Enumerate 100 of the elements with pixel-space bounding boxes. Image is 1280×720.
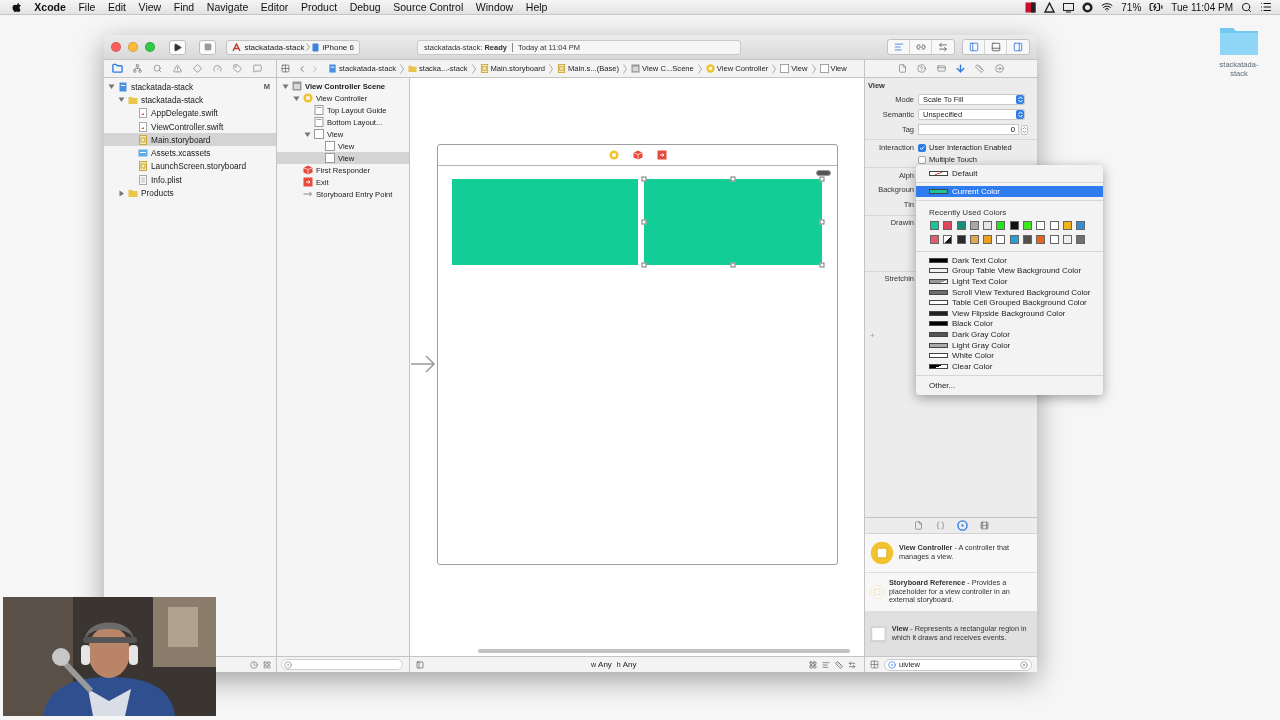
zoom-button[interactable] <box>145 42 155 52</box>
color-swatch[interactable] <box>996 221 1006 230</box>
minimize-button[interactable] <box>128 42 138 52</box>
color-swatch[interactable] <box>1049 235 1059 244</box>
stepper-icon[interactable] <box>1021 124 1028 135</box>
triangle-icon[interactable] <box>1044 1 1056 13</box>
color-swatch[interactable] <box>1023 235 1033 244</box>
menu-item[interactable]: White Color <box>916 350 1103 361</box>
stop-button[interactable] <box>199 39 217 55</box>
tree-item[interactable]: Products <box>104 186 276 200</box>
menu-item[interactable]: Window <box>469 1 520 13</box>
grid-icon[interactable] <box>281 64 290 73</box>
menu-item[interactable]: Edit <box>101 1 133 13</box>
tree-item[interactable]: Assets.xcassets <box>104 146 276 160</box>
resize-handle[interactable] <box>641 219 647 225</box>
entry-arrow[interactable] <box>410 354 437 374</box>
color-swatch[interactable] <box>930 235 939 244</box>
back-icon[interactable] <box>297 63 307 74</box>
filter-field[interactable] <box>281 659 403 670</box>
resize-handle[interactable] <box>730 262 736 268</box>
resize-handle[interactable] <box>819 219 825 225</box>
menu-item[interactable]: Current Color <box>916 186 1103 197</box>
menu-item[interactable]: Debug <box>343 1 387 13</box>
menu-item[interactable]: Black Color <box>916 318 1103 330</box>
checkbox[interactable] <box>918 155 926 164</box>
size-class-value[interactable]: Any <box>622 660 637 669</box>
menu-item[interactable]: Navigate <box>200 1 255 13</box>
color-swatch[interactable] <box>983 221 993 230</box>
tree-item[interactable]: LaunchScreen.storyboard <box>104 159 276 174</box>
color-swatch[interactable] <box>1062 221 1072 230</box>
menu-item[interactable]: Product <box>294 1 344 13</box>
tree-item[interactable]: AppDelegate.swift <box>104 106 276 120</box>
menu-item[interactable]: Help <box>519 1 554 13</box>
align-icon[interactable] <box>822 660 830 669</box>
disclosure-triangle[interactable] <box>293 94 300 102</box>
clock-icon[interactable] <box>250 660 258 669</box>
wifi-icon[interactable] <box>1101 1 1114 13</box>
color-swatch[interactable] <box>983 235 993 244</box>
square-icon[interactable] <box>1025 1 1037 13</box>
resize-handle[interactable] <box>641 262 647 268</box>
color-swatch[interactable] <box>1076 221 1086 230</box>
size-class-value[interactable]: Any <box>598 660 612 669</box>
app-menu[interactable]: Xcode <box>28 1 73 13</box>
menu-item[interactable]: Find <box>167 1 201 13</box>
color-swatch[interactable] <box>969 221 979 230</box>
color-swatch[interactable] <box>1036 221 1046 230</box>
color-swatch[interactable] <box>969 235 979 244</box>
menu-item[interactable]: Group Table View Background Color <box>916 265 1103 277</box>
menu-item[interactable]: View Flipside Background Color <box>916 307 1103 319</box>
ruler-icon[interactable] <box>835 660 843 669</box>
menu-item[interactable]: Table Cell Grouped Background Color <box>916 297 1103 308</box>
disclosure-triangle[interactable] <box>108 83 115 91</box>
scroll-bar[interactable] <box>478 649 850 653</box>
tree-item[interactable]: ViewController.swift <box>104 119 276 134</box>
color-swatch[interactable] <box>1009 221 1019 230</box>
resize-handle[interactable] <box>641 176 647 182</box>
tree-item[interactable]: Main.storyboard <box>104 133 276 147</box>
color-swatch[interactable] <box>930 221 939 230</box>
device-button[interactable]: iPhone 6 <box>310 42 356 52</box>
apple-logo[interactable] <box>12 1 22 13</box>
menu-item[interactable]: Default <box>916 168 1103 179</box>
layout-icon[interactable] <box>809 660 817 669</box>
color-swatch[interactable] <box>943 221 953 230</box>
color-swatch[interactable] <box>1062 235 1072 244</box>
color-swatch[interactable] <box>1049 221 1059 230</box>
scene-frame[interactable] <box>437 144 838 565</box>
color-swatch[interactable] <box>1036 235 1046 244</box>
tree-item[interactable]: stackatada-stack <box>104 93 276 107</box>
menu-item[interactable]: File <box>72 1 102 13</box>
resize-handle[interactable] <box>730 176 736 182</box>
color-swatch[interactable] <box>996 235 1006 244</box>
menu-clock[interactable]: Tue 11:04 PM <box>1171 1 1233 13</box>
battery-icon[interactable] <box>1149 0 1164 14</box>
forward-icon[interactable] <box>310 63 320 74</box>
clear-icon[interactable] <box>1020 660 1028 669</box>
menu-item[interactable]: Light Gray Color <box>916 339 1103 351</box>
disclosure-triangle[interactable] <box>118 189 125 197</box>
color-swatch[interactable] <box>956 221 966 230</box>
scheme-button[interactable]: stackatada-stack <box>230 42 307 52</box>
menu-item[interactable]: Dark Text Color <box>916 255 1103 266</box>
menu-item[interactable]: Source Control <box>386 1 470 13</box>
menu-item[interactable]: Clear Color <box>916 360 1103 372</box>
color-swatch[interactable] <box>956 235 966 244</box>
menu-item[interactable]: Scroll View Textured Background Color <box>916 286 1103 298</box>
color-swatch[interactable] <box>1009 235 1019 244</box>
disclosure-triangle[interactable] <box>304 130 311 138</box>
color-swatch[interactable] <box>1076 235 1086 244</box>
display-icon[interactable] <box>1063 1 1075 13</box>
color-swatch[interactable] <box>943 235 953 244</box>
resize-handle[interactable] <box>819 262 825 268</box>
color-swatch[interactable] <box>1023 221 1033 230</box>
close-button[interactable] <box>111 42 121 52</box>
tree-item[interactable]: Info.plist <box>104 173 276 187</box>
resolve-icon[interactable] <box>848 660 856 669</box>
menu-item[interactable]: Light Text Color <box>916 276 1103 287</box>
checkbox[interactable] <box>918 143 926 152</box>
menu-item[interactable]: Editor <box>254 1 295 13</box>
menu-item[interactable]: Other... <box>916 378 1103 392</box>
grid-icon[interactable] <box>870 660 879 669</box>
list-icon[interactable] <box>1260 1 1272 13</box>
